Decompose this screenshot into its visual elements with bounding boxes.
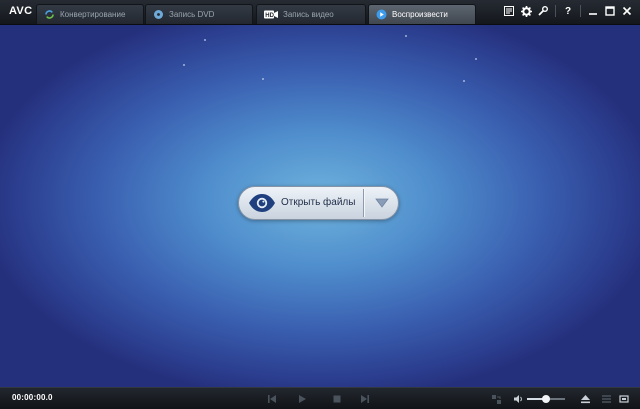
playlist-icon[interactable] xyxy=(600,393,612,405)
play-circle-icon xyxy=(376,9,387,20)
star-decoration xyxy=(475,58,477,60)
playback-control-bar: 00:00:00.0 xyxy=(0,387,640,409)
convert-icon xyxy=(44,9,55,20)
tab-playback[interactable]: Воспроизвести xyxy=(368,4,476,24)
star-decoration xyxy=(204,39,206,41)
divider xyxy=(580,5,581,17)
tab-label: Воспроизвести xyxy=(392,10,448,19)
open-files-main[interactable]: Открыть файлы xyxy=(239,187,363,219)
tab-video-record[interactable]: HD Запись видео xyxy=(256,4,366,24)
help-glyph: ? xyxy=(564,5,572,17)
tab-label: Запись DVD xyxy=(169,10,215,19)
star-decoration xyxy=(262,78,264,80)
app-window: AVC Конвертирование Запись DVD HD Запись… xyxy=(0,0,640,409)
player-stage: Открыть файлы xyxy=(0,25,640,387)
stop-icon[interactable] xyxy=(331,393,343,405)
disc-icon xyxy=(153,9,164,20)
open-files-label: Открыть файлы xyxy=(281,197,356,208)
snapshot-icon[interactable] xyxy=(490,393,502,405)
maximize-icon[interactable] xyxy=(603,3,617,19)
divider xyxy=(555,5,556,17)
eject-icon[interactable] xyxy=(579,393,591,405)
wrench-icon[interactable] xyxy=(536,3,550,19)
tab-dvd-burn[interactable]: Запись DVD xyxy=(145,4,253,24)
eye-icon xyxy=(248,193,276,218)
fullscreen-icon[interactable] xyxy=(618,393,630,405)
volume-knob[interactable] xyxy=(542,395,550,403)
tab-label: Запись видео xyxy=(283,10,334,19)
notes-icon[interactable] xyxy=(502,3,516,19)
star-decoration xyxy=(183,64,185,66)
title-bar: AVC Конвертирование Запись DVD HD Запись… xyxy=(0,0,640,25)
tab-convert[interactable]: Конвертирование xyxy=(36,4,144,24)
help-icon[interactable]: ? xyxy=(561,3,575,19)
close-icon[interactable] xyxy=(620,3,634,19)
star-decoration xyxy=(405,35,407,37)
gear-icon[interactable] xyxy=(519,3,533,19)
window-controls: ? xyxy=(502,3,634,19)
timecode: 00:00:00.0 xyxy=(12,393,53,402)
volume-icon[interactable] xyxy=(512,393,524,405)
triangle-down-icon xyxy=(374,198,389,208)
divider xyxy=(363,189,364,217)
minimize-icon[interactable] xyxy=(586,3,600,19)
volume-slider[interactable] xyxy=(527,395,565,403)
skip-forward-icon[interactable] xyxy=(359,393,371,405)
open-files-button[interactable]: Открыть файлы xyxy=(238,186,399,220)
open-files-dropdown[interactable] xyxy=(365,187,398,219)
star-decoration xyxy=(463,80,465,82)
tab-label: Конвертирование xyxy=(60,10,126,19)
skip-back-icon[interactable] xyxy=(266,393,278,405)
svg-text:HD: HD xyxy=(265,13,274,19)
hd-video-icon: HD xyxy=(264,9,278,20)
play-icon[interactable] xyxy=(296,393,308,405)
app-logo: AVC xyxy=(9,5,33,17)
